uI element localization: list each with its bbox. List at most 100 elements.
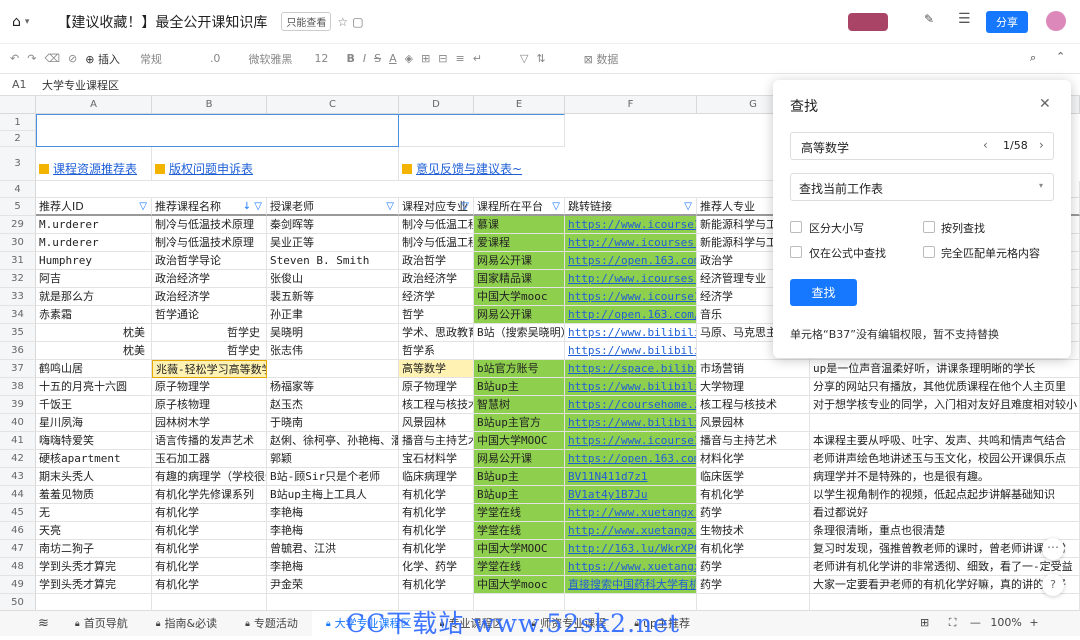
grid-cell[interactable]: 原子物理学 bbox=[152, 378, 267, 396]
insert-button[interactable]: ⊕ 插入 bbox=[85, 51, 120, 67]
wrap-icon[interactable]: ↵ bbox=[473, 52, 482, 65]
row-header[interactable]: 31 bbox=[0, 252, 36, 270]
grid-cell[interactable]: 制冷与低温技术原理 bbox=[152, 216, 267, 234]
grid-cell[interactable]: 有机化学 bbox=[152, 576, 267, 594]
grid-cell[interactable]: 张俊山 bbox=[267, 270, 399, 288]
grid-cell[interactable]: 网易公开课 bbox=[474, 306, 565, 324]
grid-cell[interactable]: https://www.icourse163.org/co bbox=[565, 216, 697, 234]
grid-cell[interactable]: 中国大学MOOC bbox=[474, 540, 565, 558]
grid-cell[interactable]: 嗨嗨特爱笑 bbox=[36, 432, 152, 450]
grid-cell[interactable]: 政治经济学 bbox=[399, 270, 474, 288]
grid-cell[interactable]: 赤素霜 bbox=[36, 306, 152, 324]
row-header[interactable]: 48 bbox=[0, 558, 36, 576]
number-format-select[interactable]: 常规 bbox=[140, 51, 162, 67]
grid-cell[interactable]: 就是那么方 bbox=[36, 288, 152, 306]
grid-cell[interactable]: http://www.xuetangx.com bbox=[565, 504, 697, 522]
grid-cell[interactable]: 赵俐、徐柯亭、孙艳梅、潘浩 bbox=[267, 432, 399, 450]
grid-cell[interactable] bbox=[267, 360, 399, 378]
grid-cell[interactable]: 秦剑晖等 bbox=[267, 216, 399, 234]
grid-cell[interactable]: B站up主梅上工具人 bbox=[267, 486, 399, 504]
grid-cell[interactable]: 园林树木学 bbox=[152, 414, 267, 432]
sheet-tab[interactable]: 🔒︎ 首页导航 bbox=[61, 611, 142, 637]
grid-view-icon[interactable]: ⊞ bbox=[920, 616, 929, 629]
zoom-in-icon[interactable]: + bbox=[1029, 616, 1038, 629]
grid-cell[interactable]: 播音与主持艺术 bbox=[399, 432, 474, 450]
grid-cell[interactable] bbox=[810, 414, 1080, 432]
row-header[interactable]: 35 bbox=[0, 324, 36, 342]
grid-cell[interactable]: 原子核物理 bbox=[152, 396, 267, 414]
redo-icon[interactable]: ↷ bbox=[27, 52, 36, 65]
grid-cell[interactable]: 学堂在线 bbox=[474, 504, 565, 522]
grid-cell[interactable]: 核工程与核技术 bbox=[697, 396, 810, 414]
grid-cell[interactable]: 哲学史 bbox=[152, 324, 267, 342]
share-button[interactable]: 分享 bbox=[986, 11, 1028, 33]
grid-cell[interactable]: 李艳梅 bbox=[267, 504, 399, 522]
row-header[interactable]: 38 bbox=[0, 378, 36, 396]
grid-cell[interactable]: B站up主 bbox=[474, 378, 565, 396]
column-header-e[interactable]: E bbox=[474, 96, 565, 114]
grid-cell[interactable]: Steven B. Smith bbox=[267, 252, 399, 270]
grid-cell[interactable]: 枕美 bbox=[36, 342, 152, 360]
grid-cell[interactable]: 无 bbox=[36, 504, 152, 522]
column-checkbox[interactable] bbox=[923, 221, 935, 233]
row-header[interactable]: 34 bbox=[0, 306, 36, 324]
grid-cell[interactable]: 风景园林 bbox=[399, 414, 474, 432]
zoom-level[interactable]: 100% bbox=[990, 616, 1021, 629]
row-header[interactable]: 3 bbox=[0, 147, 36, 181]
grid-cell[interactable]: 李艳梅 bbox=[267, 522, 399, 540]
grid-cell[interactable]: 市场营销 bbox=[697, 360, 810, 378]
grid-cell[interactable]: Humphrey bbox=[36, 252, 152, 270]
search-icon[interactable]: ⌕ bbox=[1030, 51, 1036, 65]
merge-icon[interactable]: ⊟ bbox=[438, 52, 447, 65]
data-menu[interactable]: ⊠ 数据 bbox=[584, 51, 619, 67]
grid-cell[interactable]: 有机化学 bbox=[697, 486, 810, 504]
grid-cell[interactable]: BV11N411d7z1 bbox=[565, 468, 697, 486]
font-size-select[interactable]: 12 bbox=[314, 52, 328, 65]
grid-cell[interactable]: http://www.xuetangx.com bbox=[565, 522, 697, 540]
grid-cell[interactable]: 智慧树 bbox=[474, 396, 565, 414]
filter-icon[interactable]: ▽ bbox=[139, 198, 147, 214]
grid-cell[interactable]: 中国大学mooc bbox=[474, 576, 565, 594]
grid-cell[interactable] bbox=[474, 342, 565, 360]
grid-cell[interactable]: 政治哲学导论 bbox=[152, 252, 267, 270]
grid-cell[interactable] bbox=[152, 594, 267, 610]
zoom-out-icon[interactable]: — bbox=[970, 616, 981, 629]
grid-cell[interactable]: 吴晓明 bbox=[267, 324, 399, 342]
grid-cell[interactable]: 有机化学 bbox=[152, 504, 267, 522]
home-link[interactable] bbox=[399, 114, 565, 147]
grid-cell[interactable]: http://163.lu/WkrXP0 bbox=[565, 540, 697, 558]
font-select[interactable]: 微软雅黑 bbox=[248, 51, 292, 67]
grid-cell[interactable]: 有机化学 bbox=[152, 522, 267, 540]
grid-cell[interactable]: 制冷与低温工程 bbox=[399, 216, 474, 234]
grid-cell[interactable]: BV1at4y1B7Ju bbox=[565, 486, 697, 504]
clear-icon[interactable]: ⊘ bbox=[68, 52, 77, 65]
menu-icon[interactable]: ☰ bbox=[958, 11, 971, 27]
grid-cell[interactable]: 风景园林 bbox=[697, 414, 810, 432]
star-icon[interactable]: ☆ bbox=[337, 15, 348, 29]
grid-cell[interactable]: 十五的月亮十六圆 bbox=[36, 378, 152, 396]
grid-cell[interactable]: 有机化学 bbox=[399, 540, 474, 558]
column-header-d[interactable]: D bbox=[399, 96, 474, 114]
grid-cell[interactable]: 临床医学 bbox=[697, 468, 810, 486]
column-header-a[interactable]: A bbox=[36, 96, 152, 114]
font-color-icon[interactable]: A bbox=[389, 52, 397, 65]
grid-cell[interactable]: 学堂在线 bbox=[474, 522, 565, 540]
grid-cell[interactable]: https://www.icourse163.org bbox=[565, 288, 697, 306]
prev-icon[interactable]: ‹ bbox=[983, 138, 988, 152]
filter-icon[interactable]: ▽ bbox=[461, 198, 469, 214]
grid-cell[interactable]: 材料化学 bbox=[697, 450, 810, 468]
grid-cell[interactable]: 硬核apartment bbox=[36, 450, 152, 468]
grid-cell[interactable]: https://www.xuetangx.com/cou bbox=[565, 558, 697, 576]
grid-cell[interactable]: 病理学并不是特殊的，也是很有趣。 bbox=[810, 468, 1080, 486]
grid-cell[interactable]: 复习时发现，强推曾教老师的课时，曾老师讲课非常 bbox=[810, 540, 1080, 558]
grid-cell[interactable]: 吴业正等 bbox=[267, 234, 399, 252]
grid-cell[interactable]: 制冷与低温技术原理 bbox=[152, 234, 267, 252]
grid-cell[interactable]: 核工程与核技术 bbox=[399, 396, 474, 414]
sheet-tab[interactable]: 🔒︎ 专题活动 bbox=[231, 611, 312, 637]
row-header[interactable]: 44 bbox=[0, 486, 36, 504]
grid-cell[interactable]: 天亮 bbox=[36, 522, 152, 540]
grid-cell[interactable]: 李艳梅 bbox=[267, 558, 399, 576]
filter-icon[interactable]: ▽ bbox=[552, 198, 560, 214]
row-header[interactable]: 45 bbox=[0, 504, 36, 522]
italic-icon[interactable]: I bbox=[363, 52, 366, 65]
